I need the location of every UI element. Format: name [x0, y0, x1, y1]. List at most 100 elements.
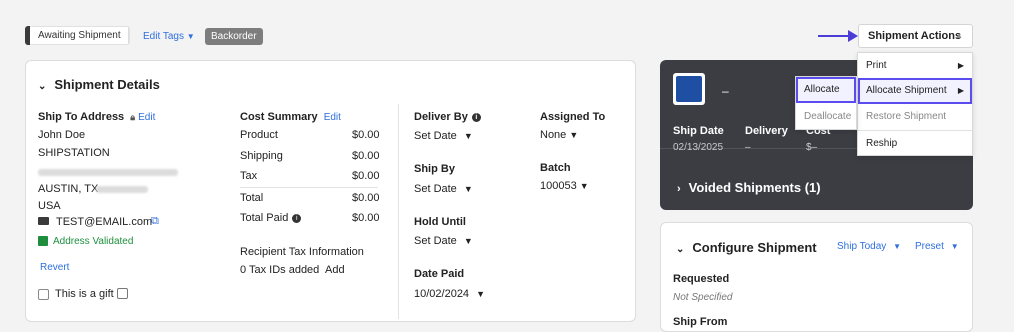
cost-summary-heading: Cost Summary Edit — [240, 111, 341, 123]
edit-tags-label: Edit Tags — [143, 31, 184, 42]
menu-item-reship[interactable]: Reship — [858, 131, 972, 157]
cost-shipping-value: $0.00 — [352, 150, 380, 162]
carrier-service: – — [722, 84, 729, 98]
lock-icon: 🔒︎ — [130, 112, 136, 122]
revert-link[interactable]: Revert — [40, 262, 69, 273]
ship-date-label: Ship Date — [673, 125, 724, 137]
edit-tags-button[interactable]: Edit Tags ▼ — [143, 31, 195, 42]
cost-total-value: $0.00 — [352, 192, 380, 204]
gift-label: This is a gift — [55, 288, 114, 300]
assigned-to-dropdown[interactable]: None ▼ — [540, 129, 578, 141]
submenu-item-deallocate[interactable]: Deallocate — [796, 104, 856, 130]
menu-item-print-label: Print — [866, 60, 887, 71]
chevron-down-icon: ⌄ — [676, 244, 685, 255]
menu-item-restore-shipment[interactable]: Restore Shipment — [858, 104, 972, 130]
card-title: Shipment Details — [54, 77, 160, 92]
address-validated-icon — [38, 236, 48, 246]
chevron-down-icon: ▼ — [463, 131, 473, 141]
ship-by-value: Set Date — [414, 183, 457, 195]
recipient-city-state: AUSTIN, TX — [38, 183, 99, 195]
hold-until-value: Set Date — [414, 235, 457, 247]
delivery-value: – — [745, 142, 751, 153]
gift-checkbox[interactable] — [38, 289, 49, 300]
mail-icon — [38, 217, 49, 225]
arrow-right-icon — [848, 30, 858, 42]
tag-backorder[interactable]: Backorder — [205, 28, 263, 45]
recipient-tax-label: Recipient Tax Information — [240, 246, 364, 258]
cost-summary-edit-link[interactable]: Edit — [324, 112, 341, 123]
ship-date-value: 02/13/2025 — [673, 142, 724, 153]
preset-dropdown[interactable]: Preset ▼ — [915, 241, 959, 252]
ship-today-dropdown[interactable]: Ship Today ▼ — [837, 241, 901, 252]
divider — [128, 27, 129, 44]
chevron-up-icon: ▲ — [955, 31, 963, 40]
redacted-street — [38, 169, 178, 176]
recipient-name: John Doe — [38, 129, 86, 141]
cost-tax-label: Tax — [240, 170, 258, 182]
cost-product-label: Product — [240, 129, 278, 141]
recipient-email-link[interactable]: TEST@EMAIL.com — [56, 216, 152, 228]
hold-until-label: Hold Until — [414, 216, 466, 228]
voided-shipments-toggle[interactable]: › Voided Shipments (1) — [677, 180, 821, 195]
ship-today-label: Ship Today — [837, 241, 887, 252]
info-icon[interactable]: i — [471, 112, 481, 122]
preset-label: Preset — [915, 241, 944, 252]
status-badge: Awaiting Shipment — [25, 26, 130, 45]
requested-value: Not Specified — [673, 292, 733, 303]
deliver-by-value: Set Date — [414, 130, 457, 142]
chevron-down-icon: ▼ — [950, 242, 959, 251]
shipment-details-header[interactable]: ⌄ Shipment Details — [38, 77, 160, 92]
cost-total-label: Total — [240, 192, 264, 204]
configure-header[interactable]: ⌄ Configure Shipment — [676, 240, 817, 255]
date-paid-value: 10/02/2024 — [414, 288, 470, 300]
submenu-item-allocate[interactable]: Allocate — [796, 77, 856, 103]
deliver-by-label: Deliver By — [414, 111, 468, 123]
cost-shipping-label: Shipping — [240, 150, 283, 162]
total-paid-label: Total Paid — [240, 212, 289, 224]
date-paid-dropdown[interactable]: 10/02/2024 ▼ — [414, 288, 485, 300]
shipment-actions-button[interactable]: Shipment Actions ▲ — [858, 24, 973, 48]
ship-to-heading: Ship To Address 🔒︎ Edit — [38, 111, 155, 123]
chevron-down-icon: ▼ — [579, 181, 589, 191]
redacted-zip — [96, 186, 148, 193]
deliver-by-dropdown[interactable]: Set Date ▼ — [414, 130, 473, 142]
ship-to-label: Ship To Address — [38, 111, 125, 123]
total-paid-value: $0.00 — [352, 212, 380, 224]
copy-icon[interactable]: ⧉ — [151, 215, 159, 228]
add-tax-id-link[interactable]: Add — [325, 264, 345, 276]
total-paid-heading: Total Paid i — [240, 212, 302, 224]
column-divider — [398, 104, 399, 319]
deliver-by-heading: Deliver By i — [414, 111, 481, 123]
ship-by-label: Ship By — [414, 163, 455, 175]
delivery-label: Delivery — [745, 125, 788, 137]
cost-summary-label: Cost Summary — [240, 111, 318, 123]
gift-icon — [117, 288, 128, 299]
assigned-to-value: None — [540, 129, 567, 141]
info-icon[interactable]: i — [292, 213, 302, 223]
hold-until-dropdown[interactable]: Set Date ▼ — [414, 235, 473, 247]
shipment-actions-label: Shipment Actions — [868, 30, 962, 42]
chevron-right-icon: ▶ — [957, 86, 964, 95]
menu-item-allocate-shipment-label: Allocate Shipment — [866, 85, 947, 96]
ship-by-dropdown[interactable]: Set Date ▼ — [414, 183, 473, 195]
cost-product-value: $0.00 — [352, 129, 380, 141]
stamps-logo — [673, 73, 705, 105]
chevron-down-icon: ▼ — [569, 130, 579, 140]
chevron-down-icon: ▼ — [476, 289, 486, 299]
ship-to-edit-link[interactable]: Edit — [138, 112, 155, 123]
ship-from-label: Ship From — [673, 316, 728, 328]
menu-item-print[interactable]: Print ▶ — [858, 53, 972, 79]
requested-label: Requested — [673, 273, 730, 285]
voided-shipments-label: Voided Shipments (1) — [688, 180, 821, 195]
configure-title: Configure Shipment — [692, 240, 817, 255]
chevron-down-icon: ▼ — [893, 242, 901, 251]
recipient-company: SHIPSTATION — [38, 147, 110, 159]
tax-ids-text: 0 Tax IDs added — [240, 264, 320, 276]
batch-label: Batch — [540, 162, 571, 174]
batch-dropdown[interactable]: 100053 ▼ — [540, 180, 589, 192]
divider — [240, 187, 378, 188]
allocate-submenu: Allocate Deallocate — [795, 76, 857, 130]
recipient-country: USA — [38, 200, 61, 212]
batch-value: 100053 — [540, 180, 577, 192]
menu-item-allocate-shipment[interactable]: Allocate Shipment ▶ — [858, 78, 972, 104]
